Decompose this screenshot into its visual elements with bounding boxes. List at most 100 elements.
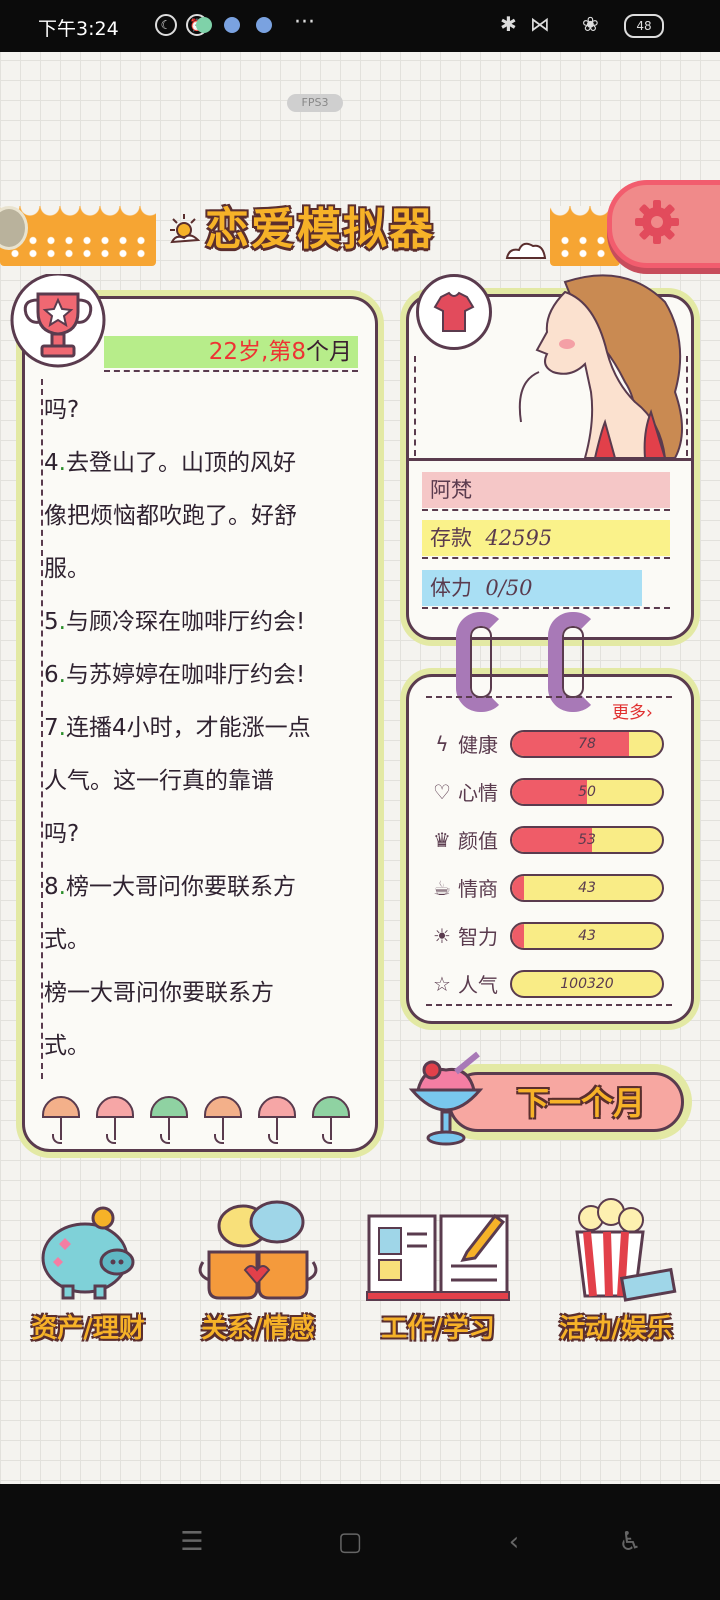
stat-row: ♡ 心情 50 bbox=[428, 776, 668, 810]
stat-value: 50 bbox=[578, 784, 596, 800]
stat-value: 43 bbox=[578, 880, 596, 896]
log-line-text: 榜一大哥问你要联系方 bbox=[65, 874, 296, 900]
umbrella-icon bbox=[312, 1096, 350, 1148]
stat-bar: 43 bbox=[510, 874, 664, 902]
stat-row: ☀ 智力 43 bbox=[428, 920, 668, 954]
savings-label: 存款 bbox=[430, 526, 472, 550]
character-portrait[interactable] bbox=[475, 272, 690, 458]
savings-value: 42595 bbox=[485, 526, 553, 550]
menu-item-4[interactable]: 活动/娱乐 bbox=[536, 1196, 696, 1346]
log-line-text: 吗? bbox=[44, 821, 80, 847]
crown-icon: ♛ bbox=[433, 828, 451, 852]
log-line-text: 吗? bbox=[44, 397, 80, 423]
age-underline bbox=[104, 370, 358, 372]
sun-icon bbox=[170, 214, 201, 244]
more-stats-link[interactable]: 更多› bbox=[612, 698, 653, 723]
menu-item-2[interactable]: 关系/情感 bbox=[178, 1196, 338, 1346]
fps-badge: FPS3 bbox=[287, 94, 343, 112]
more-notifications-icon: ··· bbox=[294, 10, 315, 35]
stat-row: ☆ 人气 100320 bbox=[428, 968, 668, 1002]
moon-icon: ☾ bbox=[155, 14, 177, 36]
log-line: 7.连播4小时，才能涨一点 bbox=[44, 702, 354, 755]
coffee-cups-icon bbox=[178, 1196, 338, 1304]
log-line: 4.去登山了。山顶的风好 bbox=[44, 437, 354, 490]
menu-icon[interactable]: ☰ bbox=[162, 1512, 222, 1572]
gear-icon bbox=[635, 200, 679, 244]
log-line: 5.与顾冷琛在咖啡厅约会! bbox=[44, 596, 354, 649]
wechat-icon bbox=[196, 17, 212, 33]
log-line-text: 服。 bbox=[44, 556, 90, 582]
book-icon bbox=[358, 1196, 518, 1304]
umbrella-icon bbox=[96, 1096, 134, 1148]
home-icon[interactable]: ▢ bbox=[320, 1512, 380, 1572]
umbrella-icon bbox=[150, 1096, 188, 1148]
log-line-text: 像把烦恼都吹跑了。好舒 bbox=[44, 503, 297, 529]
stat-label: 情商 bbox=[458, 877, 498, 901]
umbrella-decoration bbox=[42, 1096, 352, 1152]
menu-item-1[interactable]: 资产/理财 bbox=[8, 1196, 168, 1346]
heart-icon: ♡ bbox=[433, 780, 451, 804]
log-line-text: 与苏婷婷在咖啡厅约会! bbox=[65, 662, 306, 688]
qq-icon bbox=[256, 17, 272, 33]
popcorn-icon bbox=[536, 1196, 696, 1304]
stat-value: 100320 bbox=[560, 976, 614, 992]
log-line-number: 6. bbox=[44, 662, 66, 688]
log-line-text: 式。 bbox=[44, 927, 90, 953]
log-line-text: 与顾冷琛在咖啡厅约会! bbox=[65, 609, 306, 635]
status-bar: 下午3:24 ☾ ⏰ ··· ✱ ⋈ ❀ 48 bbox=[0, 0, 720, 52]
log-line-text: 去登山了。山顶的风好 bbox=[65, 450, 296, 476]
star-icon: ☆ bbox=[433, 972, 451, 996]
log-line: 吗? bbox=[44, 384, 354, 437]
log-line: 式。 bbox=[44, 914, 354, 967]
stat-label: 健康 bbox=[458, 733, 498, 757]
stat-bar: 78 bbox=[510, 730, 664, 758]
stat-bar: 43 bbox=[510, 922, 664, 950]
menu-item-label: 关系/情感 bbox=[201, 1314, 315, 1344]
back-icon[interactable]: ‹ bbox=[484, 1512, 544, 1572]
accessibility-icon[interactable]: ♿ bbox=[600, 1512, 660, 1572]
umbrella-icon bbox=[258, 1096, 296, 1148]
stat-row: ☕ 情商 43 bbox=[428, 872, 668, 906]
menu-item-label: 资产/理财 bbox=[31, 1314, 145, 1344]
settings-button[interactable] bbox=[607, 180, 720, 268]
cloud-icon bbox=[505, 242, 547, 259]
menu-item-label: 活动/娱乐 bbox=[559, 1314, 673, 1344]
log-line: 像把烦恼都吹跑了。好舒 bbox=[44, 490, 354, 543]
menu-item-3[interactable]: 工作/学习 bbox=[358, 1196, 518, 1346]
app-title: 恋爱模拟器 bbox=[205, 204, 435, 255]
app-notif-icon bbox=[224, 17, 240, 33]
log-line-text: 式。 bbox=[44, 1033, 90, 1059]
stat-label: 颜值 bbox=[458, 829, 498, 853]
log-line-number: 8. bbox=[44, 874, 66, 900]
stat-row: ϟ 健康 78 bbox=[428, 728, 668, 762]
stat-value: 43 bbox=[578, 928, 596, 944]
age-suffix: 个月 bbox=[306, 339, 352, 365]
piggy-bank-icon bbox=[8, 1196, 168, 1304]
log-line: 6.与苏婷婷在咖啡厅约会! bbox=[44, 649, 354, 702]
stat-row: ♛ 颜值 53 bbox=[428, 824, 668, 858]
bluetooth-icon: ✱ bbox=[500, 12, 517, 36]
system-nav-bar: ☰ ▢ ‹ ♿ bbox=[0, 1484, 720, 1600]
log-line-number: 5. bbox=[44, 609, 66, 635]
log-line: 8.榜一大哥问你要联系方 bbox=[44, 861, 354, 914]
battery-icon: 48 bbox=[624, 14, 664, 38]
log-line-number: 4. bbox=[44, 450, 66, 476]
stat-label: 人气 bbox=[458, 973, 498, 997]
umbrella-icon bbox=[204, 1096, 242, 1148]
stats-dash-bottom bbox=[426, 1004, 672, 1006]
event-log-list[interactable]: 吗? 4.去登山了。山顶的风好像把烦恼都吹跑了。好舒 服。 5.与顾冷琛在咖啡厅约会!… bbox=[44, 384, 354, 1073]
stat-value: 53 bbox=[578, 832, 596, 848]
trophy-icon bbox=[10, 274, 106, 368]
log-line: 服。 bbox=[44, 543, 354, 596]
savings-underline bbox=[422, 557, 670, 559]
outfit-button[interactable] bbox=[416, 274, 492, 350]
stat-value: 78 bbox=[578, 736, 596, 752]
stat-label: 心情 bbox=[458, 781, 498, 805]
bulb-icon: ☀ bbox=[433, 924, 451, 948]
log-line: 人气。这一行真的靠谱 bbox=[44, 755, 354, 808]
character-name: 阿梵 bbox=[422, 472, 670, 508]
stat-bar: 50 bbox=[510, 778, 664, 806]
stat-bar: 53 bbox=[510, 826, 664, 854]
cup-icon: ☕ bbox=[433, 876, 451, 900]
status-time: 下午3:24 bbox=[38, 18, 119, 40]
